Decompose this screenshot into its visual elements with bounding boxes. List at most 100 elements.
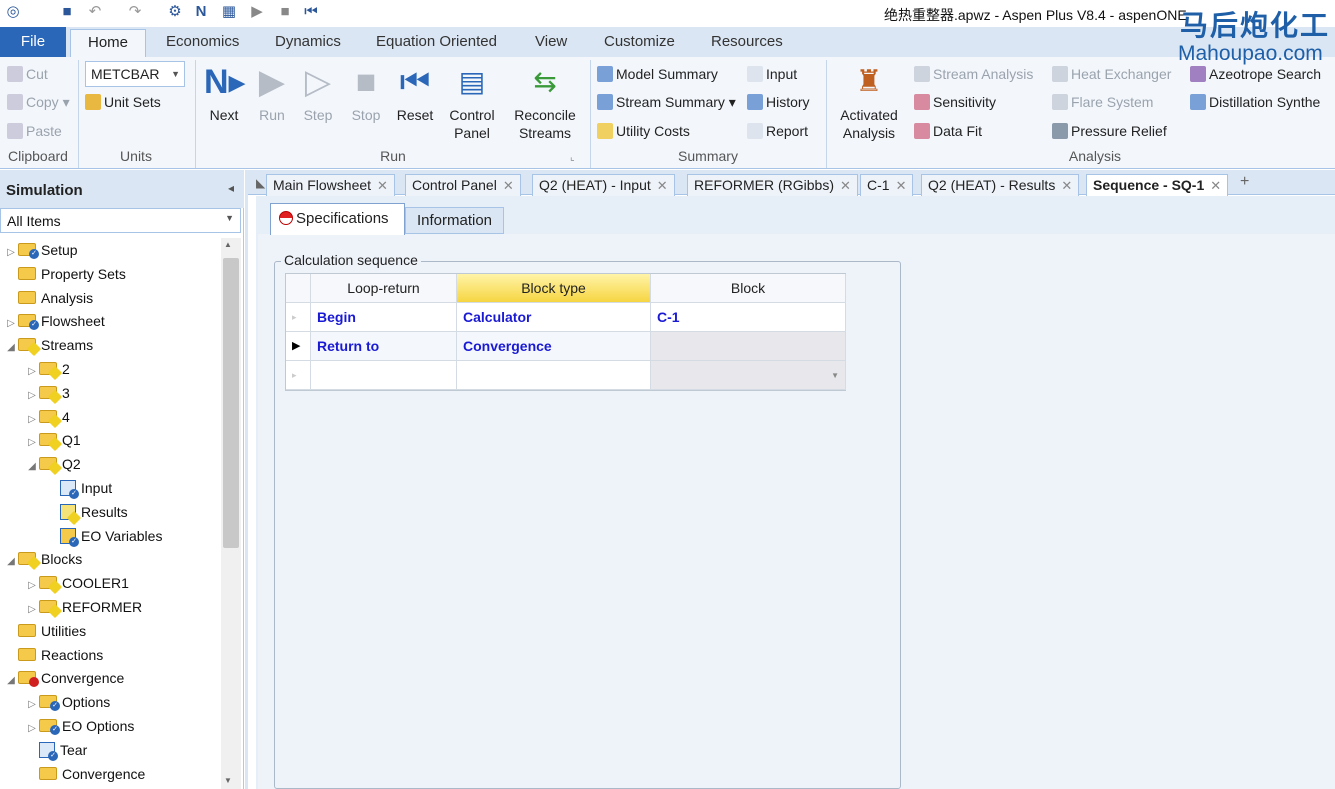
tab-resources[interactable]: Resources (711, 27, 783, 57)
row-selector[interactable]: ▸ (286, 361, 311, 390)
cut-button[interactable]: Cut (7, 64, 48, 84)
sensitivity-button[interactable]: Sensitivity (914, 92, 996, 112)
current-row-icon[interactable]: ▶ (286, 332, 311, 361)
activated-analysis-button[interactable]: ♜ Activated Analysis (834, 62, 904, 142)
table-cell[interactable]: Return to (311, 332, 457, 361)
table-cell[interactable]: Begin (311, 303, 457, 332)
report-button[interactable]: Report (747, 121, 808, 141)
table-cell[interactable]: Convergence (457, 332, 651, 361)
close-icon[interactable]: ✕ (840, 178, 851, 193)
history-button[interactable]: History (747, 92, 810, 112)
heat-exchanger-button[interactable]: Heat Exchanger (1052, 64, 1171, 84)
tree-item[interactable]: Reactions (4, 643, 219, 667)
tab-information[interactable]: Information (405, 207, 504, 234)
run-qat-icon[interactable]: ▶ (248, 3, 266, 21)
splitter[interactable] (245, 170, 248, 789)
tree-item[interactable]: Analysis (4, 286, 219, 310)
tree-item[interactable]: ▷ ✓ EO Options (4, 714, 219, 738)
tree-item[interactable]: Results (4, 500, 219, 525)
tree-item[interactable]: ◢ Convergence (4, 666, 219, 690)
reset-qat-icon[interactable]: ⏮ (302, 3, 320, 21)
tree-item[interactable]: ▷ COOLER1 (4, 571, 219, 595)
stop-button[interactable]: ■ Stop (344, 62, 388, 124)
tree-item[interactable]: Utilities (4, 619, 219, 643)
tree-item[interactable]: ▷ 3 (4, 381, 219, 405)
tree-item[interactable]: ▷ 2 (4, 357, 219, 381)
block-dropdown[interactable]: ▼ (651, 361, 846, 390)
close-icon[interactable]: ✕ (1210, 178, 1221, 193)
copy-button[interactable]: Copy ▾ (7, 92, 70, 112)
tree-item[interactable]: ◢ Streams (4, 333, 219, 357)
run-button[interactable]: ▶ Run (250, 62, 294, 124)
column-header[interactable]: Block (651, 274, 846, 303)
doc-tab-control-panel[interactable]: Control Panel ✕ (405, 174, 521, 196)
redo-icon[interactable]: ↷ (126, 3, 144, 21)
tree-item[interactable]: ✓ Input (4, 476, 219, 500)
collapse-icon[interactable]: ◂ (228, 181, 234, 195)
next-button[interactable]: N▸ Next (200, 62, 248, 124)
nav-scroll-thumb[interactable] (223, 258, 239, 548)
save-icon[interactable]: ■ (58, 3, 76, 21)
model-summary-button[interactable]: Model Summary (597, 64, 718, 84)
collapse-arrow-icon[interactable]: ◢ (4, 336, 18, 360)
tree-item[interactable]: ◢ Q2 (4, 452, 219, 476)
tree-item[interactable]: Property Sets (4, 262, 219, 286)
tab-view[interactable]: View (535, 27, 567, 57)
tree-item[interactable]: ✓ EO Variables (4, 524, 219, 548)
tab-scroll-icon[interactable]: ◣ (256, 176, 265, 190)
panel-qat-icon[interactable]: ▦ (220, 3, 238, 21)
doc-tab-q2-results[interactable]: Q2 (HEAT) - Results ✕ (921, 174, 1080, 196)
control-panel-button[interactable]: ▤ Control Panel (444, 62, 500, 142)
tree-item[interactable]: ▷ ✓ Options (4, 690, 219, 714)
doc-tab-reformer[interactable]: REFORMER (RGibbs) ✕ (687, 174, 858, 196)
close-icon[interactable]: ✕ (896, 178, 907, 193)
connect-icon[interactable]: ⚙ (166, 3, 184, 21)
tab-specifications[interactable]: Specifications (270, 203, 405, 235)
app-logo-icon[interactable]: ◎ (4, 3, 22, 21)
flare-system-button[interactable]: Flare System (1052, 92, 1153, 112)
step-button[interactable]: ▷ Step (296, 62, 340, 124)
azeotrope-search-button[interactable]: Azeotrope Search (1190, 64, 1321, 84)
column-header[interactable]: Loop-return (311, 274, 457, 303)
close-icon[interactable]: ✕ (503, 178, 514, 193)
undo-icon[interactable]: ↶ (86, 3, 104, 21)
dialog-launcher-icon[interactable]: ⌞ (570, 152, 575, 163)
close-icon[interactable]: ✕ (377, 178, 388, 193)
doc-tab-sequence[interactable]: Sequence - SQ-1 ✕ (1086, 174, 1229, 196)
tab-customize[interactable]: Customize (604, 27, 675, 57)
utility-costs-button[interactable]: Utility Costs (597, 121, 690, 141)
table-cell[interactable] (651, 332, 846, 361)
close-icon[interactable]: ✕ (1061, 178, 1072, 193)
doc-tab-main-flowsheet[interactable]: Main Flowsheet ✕ (266, 174, 395, 196)
table-cell[interactable]: C-1 (651, 303, 846, 332)
tree-item[interactable]: ▷ ✓ Setup (4, 238, 219, 262)
tree-item[interactable]: ▷ 4 (4, 405, 219, 429)
reconcile-streams-button[interactable]: ⇆ Reconcile Streams (508, 62, 582, 142)
tab-dynamics[interactable]: Dynamics (275, 27, 341, 57)
new-tab-icon[interactable]: + (1240, 173, 1249, 191)
file-tab[interactable]: File (0, 27, 66, 57)
reset-button[interactable]: ⏮ Reset (392, 62, 438, 124)
table-cell[interactable]: Calculator (457, 303, 651, 332)
doc-tab-q2-input[interactable]: Q2 (HEAT) - Input ✕ (532, 174, 675, 196)
unit-sets-button[interactable]: Unit Sets (85, 92, 161, 112)
stream-analysis-button[interactable]: Stream Analysis (914, 64, 1033, 84)
unit-set-select[interactable]: METCBAR ▼ (85, 61, 185, 87)
tree-item[interactable]: ▷ ✓ Flowsheet (4, 309, 219, 333)
column-header[interactable]: Block type (457, 274, 651, 303)
scroll-up-icon[interactable]: ▲ (224, 240, 232, 249)
tree-item[interactable]: ◢ Blocks (4, 547, 219, 571)
stop-qat-icon[interactable]: ■ (276, 3, 294, 21)
pressure-relief-button[interactable]: Pressure Relief (1052, 121, 1167, 141)
collapse-arrow-icon[interactable]: ◢ (4, 550, 18, 574)
paste-button[interactable]: Paste (7, 121, 62, 141)
tab-economics[interactable]: Economics (166, 27, 239, 57)
tab-home[interactable]: Home (70, 29, 146, 58)
data-fit-button[interactable]: Data Fit (914, 121, 982, 141)
table-cell[interactable] (311, 361, 457, 390)
tree-item[interactable]: ✓ Tear (4, 738, 219, 762)
tree-item[interactable]: ▷ REFORMER (4, 595, 219, 619)
next-qat-icon[interactable]: N (192, 3, 210, 21)
collapse-arrow-icon[interactable]: ◢ (25, 455, 39, 479)
row-selector[interactable]: ▸ (286, 303, 311, 332)
